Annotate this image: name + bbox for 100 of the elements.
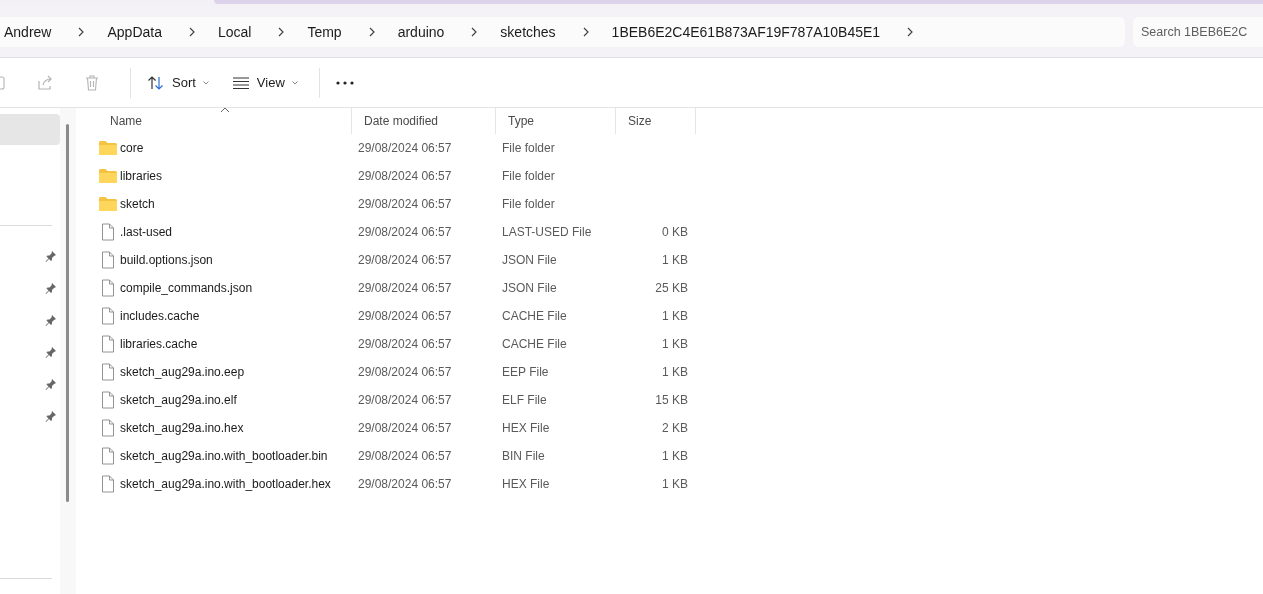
pin-icon [45, 346, 57, 358]
file-row[interactable]: compile_commands.json 29/08/2024 06:57 JSON File 25 KB [98, 274, 1263, 302]
file-row[interactable]: build.options.json 29/08/2024 06:57 JSON File 1 KB [98, 246, 1263, 274]
date-modified: 29/08/2024 06:57 [358, 281, 452, 295]
file-row[interactable]: libraries.cache 29/08/2024 06:57 CACHE File 1 KB [98, 330, 1263, 358]
pin-icon [45, 314, 57, 326]
date-modified: 29/08/2024 06:57 [358, 253, 452, 267]
file-row[interactable]: sketch_aug29a.ino.elf 29/08/2024 06:57 ELF File 15 KB [98, 386, 1263, 414]
file-row[interactable]: sketch 29/08/2024 06:57 File folder [98, 190, 1263, 218]
file-name: build.options.json [120, 253, 213, 267]
file-type: File folder [502, 169, 555, 183]
date-modified: 29/08/2024 06:57 [358, 449, 452, 463]
chevron-icon[interactable] [367, 26, 376, 38]
file-row[interactable]: core 29/08/2024 06:57 File folder [98, 134, 1263, 162]
file-name: libraries.cache [120, 337, 198, 351]
file-row[interactable]: sketch_aug29a.ino.with_bootloader.bin 29/08/2024 06:57 BIN File 1 KB [98, 442, 1263, 470]
date-modified: 29/08/2024 06:57 [358, 337, 452, 351]
chevron-icon[interactable] [187, 26, 196, 38]
file-row[interactable]: includes.cache 29/08/2024 06:57 CACHE File 1 KB [98, 302, 1263, 330]
pin-icon [45, 410, 57, 422]
file-name: sketch_aug29a.ino.hex [120, 421, 244, 435]
file-name: includes.cache [120, 309, 200, 323]
date-modified: 29/08/2024 06:57 [358, 393, 452, 407]
file-name: sketch_aug29a.ino.with_bootloader.bin [120, 449, 328, 463]
file-type: LAST-USED File [502, 225, 592, 239]
sort-caret-icon [219, 107, 230, 113]
date-modified: 29/08/2024 06:57 [358, 141, 452, 155]
chevron-icon[interactable] [77, 26, 86, 38]
file-size: 1 KB [662, 449, 688, 463]
file-name: sketch_aug29a.ino.eep [120, 365, 245, 379]
date-modified: 29/08/2024 06:57 [358, 169, 452, 183]
file-size: 25 KB [655, 281, 688, 295]
file-type: EEP File [502, 365, 549, 379]
date-modified: 29/08/2024 06:57 [358, 225, 452, 239]
address-bar[interactable]: Andrew AppData Local Temp arduino sketches 1BEB6E2C4E61B873AF19F787A10B45E1 [0, 17, 1125, 47]
breadcrumb-item[interactable]: 1BEB6E2C4E61B873AF19F787A10B45E1 [607, 24, 891, 40]
scrollbar[interactable] [66, 124, 69, 502]
chevron-icon[interactable] [470, 26, 479, 38]
file-type: BIN File [502, 449, 545, 463]
file-row[interactable]: .last-used 29/08/2024 06:57 LAST-USED File 0 KB [98, 218, 1263, 246]
file-row[interactable]: sketch_aug29a.ino.hex 29/08/2024 06:57 HEX File 2 KB [98, 414, 1263, 442]
file-size: 1 KB [662, 337, 688, 351]
file-type: JSON File [502, 281, 557, 295]
file-row[interactable]: libraries 29/08/2024 06:57 File folder [98, 162, 1263, 190]
breadcrumb-item[interactable]: AppData [103, 24, 172, 40]
file-size: 2 KB [662, 421, 688, 435]
lines-icon [231, 75, 250, 90]
date-modified: 29/08/2024 06:57 [358, 309, 452, 323]
file-row[interactable]: sketch_aug29a.ino.with_bootloader.hex 29/08/2024 06:57 HEX File 1 KB [98, 470, 1263, 498]
folder-icon [98, 169, 118, 183]
more-icon[interactable] [335, 80, 354, 85]
breadcrumb-item[interactable]: Andrew [0, 24, 62, 40]
breadcrumb-item[interactable]: arduino [393, 24, 455, 40]
chevron-icon[interactable] [581, 26, 590, 38]
breadcrumb-item[interactable]: Local [213, 24, 262, 40]
column-header[interactable]: Date modified [352, 108, 496, 134]
sort-arrows-icon [147, 74, 165, 91]
pin-icon [45, 282, 57, 294]
pin-icon [45, 250, 57, 262]
file-type: HEX File [502, 421, 550, 435]
breadcrumb-item[interactable]: sketches [496, 24, 566, 40]
file-type: HEX File [502, 477, 550, 491]
file-name: sketch_aug29a.ino.elf [120, 393, 237, 407]
file-type: CACHE File [502, 337, 567, 351]
date-modified: 29/08/2024 06:57 [358, 421, 452, 435]
file-name: sketch_aug29a.ino.with_bootloader.hex [120, 477, 331, 491]
date-modified: 29/08/2024 06:57 [358, 365, 452, 379]
caret-icon [290, 79, 299, 86]
file-size: 1 KB [662, 309, 688, 323]
file-name: libraries [120, 169, 162, 183]
date-modified: 29/08/2024 06:57 [358, 477, 452, 491]
breadcrumb-item[interactable]: Temp [303, 24, 352, 40]
file-name: core [120, 141, 144, 155]
view-button[interactable]: View [229, 71, 307, 94]
column-header[interactable]: Size [616, 108, 696, 134]
file-type: ELF File [502, 393, 547, 407]
file-size: 1 KB [662, 365, 688, 379]
chevron-icon[interactable] [277, 26, 286, 38]
file-row[interactable]: sketch_aug29a.ino.eep 29/08/2024 06:57 EEP File 1 KB [98, 358, 1263, 386]
sort-button[interactable]: Sort [145, 70, 218, 95]
file-type: CACHE File [502, 309, 567, 323]
file-size: 1 KB [662, 253, 688, 267]
folder-icon [98, 197, 118, 211]
file-name: .last-used [120, 225, 173, 239]
column-header[interactable]: Type [496, 108, 616, 134]
file-size: 0 KB [662, 225, 688, 239]
chevron-icon[interactable] [906, 26, 915, 38]
file-size: 15 KB [655, 393, 688, 407]
folder-icon [98, 141, 118, 155]
caret-icon [201, 79, 210, 86]
file-size: 1 KB [662, 477, 688, 491]
file-type: File folder [502, 197, 555, 211]
file-name: compile_commands.json [120, 281, 253, 295]
column-header[interactable]: Name [98, 108, 352, 134]
file-type: File folder [502, 141, 555, 155]
file-type: JSON File [502, 253, 557, 267]
search-field[interactable]: Search 1BEB6E2C [1133, 17, 1263, 47]
file-name: sketch [120, 197, 155, 211]
date-modified: 29/08/2024 06:57 [358, 197, 452, 211]
pin-icon [45, 378, 57, 390]
